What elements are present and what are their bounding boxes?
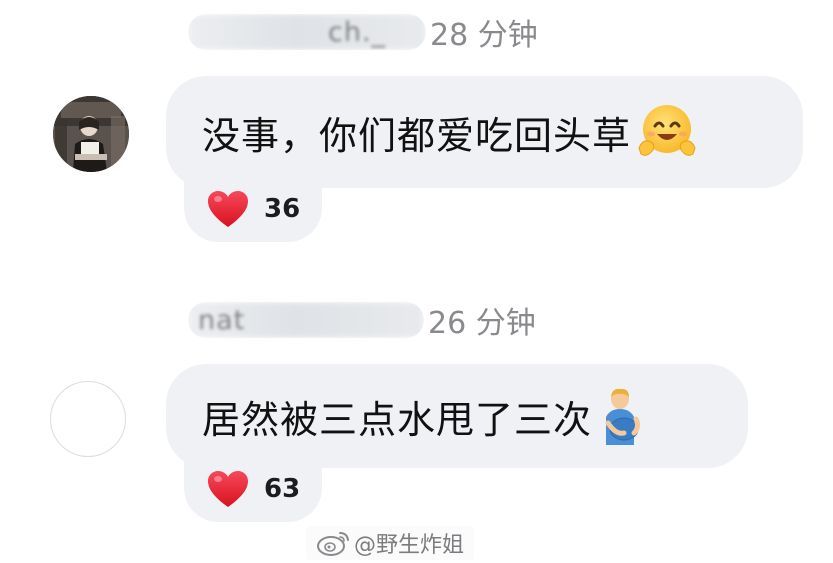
avatar-photo	[53, 96, 129, 172]
username: ch._	[328, 16, 387, 48]
username-blurred[interactable]: nat	[188, 302, 424, 338]
like-count: 36	[264, 194, 301, 224]
comment-bubble[interactable]: 没事，你们都爱吃回头草	[166, 76, 803, 188]
watermark-text: @野生炸姐	[354, 533, 465, 558]
avatar[interactable]	[50, 381, 126, 457]
comment-text: 没事，你们都爱吃回头草	[202, 113, 632, 158]
comment-item: ch._ 28 分钟 没事，你们都爱吃回头草 36	[0, 0, 833, 250]
heart-icon	[208, 191, 248, 227]
avatar[interactable]	[53, 96, 129, 172]
like-count: 63	[264, 474, 301, 504]
comment-text: 居然被三点水甩了三次	[202, 397, 593, 442]
comment-meta: nat 26 分钟	[188, 300, 536, 341]
comment-time: 28 分钟	[430, 18, 538, 53]
watermark: @野生炸姐	[306, 526, 475, 560]
hugging-face-icon	[637, 102, 697, 162]
comment-thread: ch._ 28 分钟 没事，你们都爱吃回头草 36 nat 26 分钟 居然被三…	[0, 0, 833, 563]
comment-meta: ch._ 28 分钟	[188, 12, 538, 53]
comment-bubble[interactable]: 居然被三点水甩了三次	[166, 364, 748, 468]
username: nat	[198, 304, 246, 336]
pregnant-man-icon	[598, 387, 644, 445]
username-blurred[interactable]: ch._	[188, 14, 426, 50]
like-button[interactable]: 36	[184, 176, 322, 242]
weibo-icon	[317, 532, 349, 556]
like-button[interactable]: 63	[184, 456, 322, 522]
heart-icon	[208, 471, 248, 507]
comment-time: 26 分钟	[428, 306, 536, 341]
